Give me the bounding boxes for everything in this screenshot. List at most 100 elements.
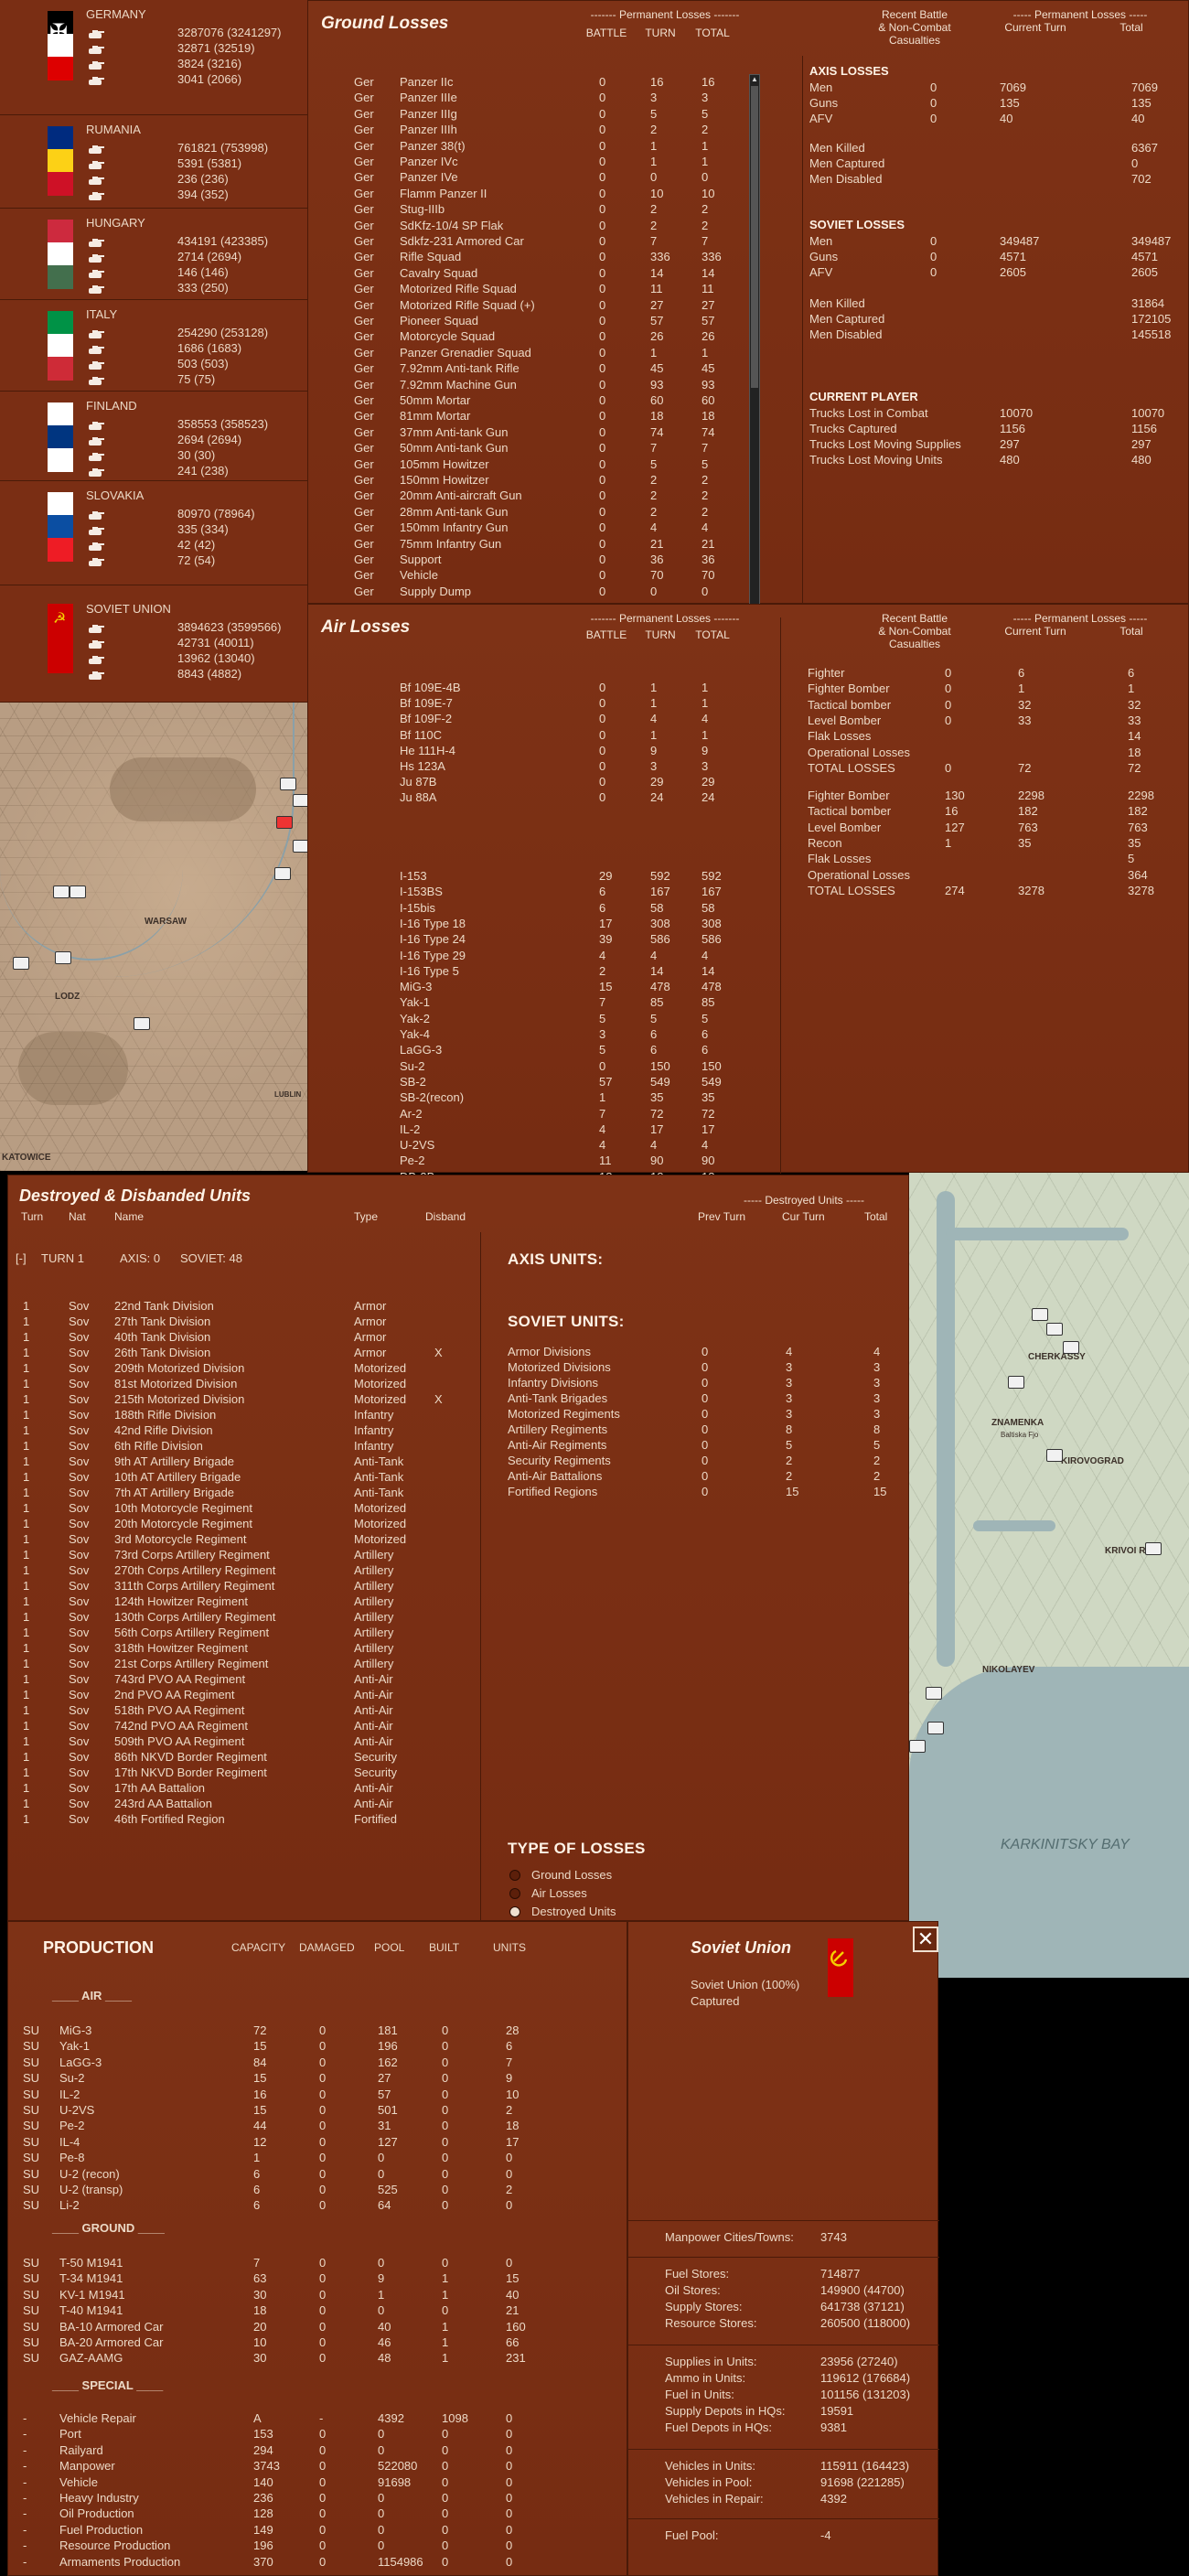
destroyed-unit-row[interactable]: 1 Sov 22nd Tank Division Armor (8, 1298, 475, 1314)
destroyed-unit-row[interactable]: 1 Sov 73rd Corps Artillery Regiment Artille… (8, 1547, 475, 1562)
air-loss-row[interactable]: Bf 110C 0 1 1 (308, 727, 747, 743)
ground-loss-row[interactable]: Ger 50mm Mortar 0 60 60 (308, 392, 738, 408)
ground-loss-row[interactable]: Ger 150mm Infantry Gun 0 4 4 (308, 520, 738, 535)
air-loss-row[interactable]: Bf 109E-7 0 1 1 (308, 695, 747, 711)
production-row[interactable]: - Vehicle Repair A - 4392 1098 0 (8, 2410, 594, 2426)
air-loss-row[interactable]: IL-2 4 17 17 (308, 1122, 747, 1137)
ground-loss-row[interactable]: Ger 105mm Howitzer 0 5 5 (308, 456, 738, 472)
destroyed-unit-row[interactable]: 1 Sov 9th AT Artillery Brigade Anti-Tank (8, 1454, 475, 1469)
destroyed-unit-row[interactable]: 1 Sov 10th Motorcycle Regiment Motorized (8, 1500, 475, 1516)
destroyed-unit-row[interactable]: 1 Sov 742nd PVO AA Regiment Anti-Air (8, 1718, 475, 1733)
nation-row[interactable]: ✠ GERMANY 3287076 (3241297) 32871 (32519) 38… (0, 0, 307, 115)
destroyed-unit-row[interactable]: 1 Sov 26th Tank Division Armor X (8, 1345, 475, 1360)
destroyed-unit-row[interactable]: 1 Sov 81st Motorized Division Motorized (8, 1376, 475, 1391)
air-loss-row[interactable]: Yak-4 3 6 6 (308, 1026, 747, 1042)
air-loss-row[interactable]: I-16 Type 24 39 586 586 (308, 931, 747, 947)
production-row[interactable]: SU BA-10 Armored Car 20 0 40 1 160 (8, 2319, 594, 2334)
production-row[interactable]: SU BA-20 Armored Car 10 0 46 1 66 (8, 2334, 594, 2350)
air-loss-row[interactable]: Yak-2 5 5 5 (308, 1011, 747, 1026)
radio-button[interactable] (509, 1870, 520, 1881)
ground-loss-row[interactable]: Ger Cavalry Squad 0 14 14 (308, 265, 738, 281)
ground-loss-row[interactable]: Ger 37mm Anti-tank Gun 0 74 74 (308, 424, 738, 440)
production-row[interactable]: - Oil Production 128 0 0 0 0 (8, 2506, 594, 2521)
destroyed-unit-row[interactable]: 1 Sov 17th NKVD Border Regiment Security (8, 1765, 475, 1780)
air-loss-row[interactable]: I-15bis 6 58 58 (308, 900, 747, 916)
air-loss-row[interactable]: I-153BS 6 167 167 (308, 884, 747, 899)
production-row[interactable]: - Manpower 3743 0 522080 0 0 (8, 2458, 594, 2474)
unit-counter[interactable] (1032, 1308, 1048, 1321)
air-loss-row[interactable]: Ju 88A 0 24 24 (308, 789, 747, 805)
production-row[interactable]: SU U-2 (recon) 6 0 0 0 0 (8, 2166, 594, 2182)
production-row[interactable]: - Armaments Production 370 0 1154986 0 0 (8, 2554, 594, 2570)
destroyed-unit-row[interactable]: 1 Sov 56th Corps Artillery Regiment Artille… (8, 1625, 475, 1640)
air-loss-row[interactable]: SB-2 57 549 549 (308, 1074, 747, 1089)
ground-loss-row[interactable]: Ger SdKfz-10/4 SP Flak 0 2 2 (308, 218, 738, 233)
map-poland[interactable]: WARSAW LODZ KATOWICE LUBLIN (0, 703, 309, 1171)
destroyed-unit-row[interactable]: 1 Sov 6th Rifle Division Infantry (8, 1438, 475, 1454)
air-loss-row[interactable]: LaGG-3 5 6 6 (308, 1042, 747, 1057)
production-row[interactable]: - Railyard 294 0 0 0 0 (8, 2442, 594, 2458)
destroyed-unit-row[interactable]: 1 Sov 7th AT Artillery Brigade Anti-Tank (8, 1485, 475, 1500)
destroyed-unit-row[interactable]: 1 Sov 42nd Rifle Division Infantry (8, 1422, 475, 1438)
air-loss-row[interactable]: I-16 Type 29 4 4 4 (308, 948, 747, 963)
loss-type-option[interactable]: Air Losses (509, 1885, 692, 1902)
unit-counter[interactable] (909, 1740, 926, 1753)
ground-loss-row[interactable]: Ger Panzer IIc 0 16 16 (308, 74, 738, 90)
ground-list-scrollbar[interactable]: ▲ (749, 74, 760, 605)
ground-loss-row[interactable]: Ger Rifle Squad 0 336 336 (308, 249, 738, 264)
radio-button[interactable] (509, 1906, 520, 1917)
radio-button[interactable] (509, 1888, 520, 1899)
production-row[interactable]: SU Yak-1 15 0 196 0 6 (8, 2038, 594, 2054)
destroyed-unit-row[interactable]: 1 Sov 40th Tank Division Armor (8, 1329, 475, 1345)
unit-counter[interactable] (926, 1687, 942, 1700)
air-loss-row[interactable]: Pe-2 11 90 90 (308, 1153, 747, 1168)
destroyed-unit-row[interactable]: 1 Sov 124th Howitzer Regiment Artillery (8, 1594, 475, 1609)
production-row[interactable]: SU T-40 M1941 18 0 0 0 21 (8, 2302, 594, 2318)
ground-loss-row[interactable]: Ger Panzer IIIh 0 2 2 (308, 122, 738, 137)
ground-loss-row[interactable]: Ger Flamm Panzer II 0 10 10 (308, 186, 738, 201)
destroyed-unit-row[interactable]: 1 Sov 27th Tank Division Armor (8, 1314, 475, 1329)
production-row[interactable]: SU IL-4 12 0 127 0 17 (8, 2134, 594, 2150)
unit-counter[interactable] (53, 886, 70, 898)
ground-loss-row[interactable]: Ger 75mm Infantry Gun 0 21 21 (308, 536, 738, 552)
production-row[interactable]: SU Pe-2 44 0 31 0 18 (8, 2118, 594, 2133)
unit-counter[interactable] (13, 957, 29, 970)
destroyed-unit-row[interactable]: 1 Sov 270th Corps Artillery Regiment Artill… (8, 1562, 475, 1578)
destroyed-unit-row[interactable]: 1 Sov 518th PVO AA Regiment Anti-Air (8, 1702, 475, 1718)
production-row[interactable]: - Heavy Industry 236 0 0 0 0 (8, 2490, 594, 2506)
map-ukraine[interactable]: CHERKASSY ZNAMENKA KIROVOGRAD KRIVOI ROG… (909, 1173, 1189, 1978)
unit-counter[interactable] (134, 1017, 150, 1030)
destroyed-unit-row[interactable]: 1 Sov 188th Rifle Division Infantry (8, 1407, 475, 1422)
collapse-toggle[interactable]: [-] (16, 1250, 27, 1266)
air-loss-row[interactable]: I-16 Type 5 2 14 14 (308, 963, 747, 979)
destroyed-unit-row[interactable]: 1 Sov 243rd AA Battalion Anti-Air (8, 1796, 475, 1811)
unit-counter[interactable] (280, 778, 296, 790)
destroyed-unit-row[interactable]: 1 Sov 311th Corps Artillery Regiment Artill… (8, 1578, 475, 1594)
ground-loss-row[interactable]: Ger Panzer IVe 0 0 0 (308, 169, 738, 185)
ground-loss-row[interactable]: Ger Panzer Grenadier Squad 0 1 1 (308, 345, 738, 360)
scroll-thumb[interactable] (751, 86, 758, 388)
nation-row[interactable]: ☭ SOVIET UNION 3894623 (3599566) 42731 (400… (0, 585, 307, 703)
nation-row[interactable]: SLOVAKIA 80970 (78964) 335 (334) 42 (42) 72 … (0, 481, 307, 585)
air-loss-row[interactable]: Su-2 0 150 150 (308, 1058, 747, 1074)
production-row[interactable]: - Fuel Production 149 0 0 0 0 (8, 2522, 594, 2538)
ground-loss-row[interactable]: Ger 50mm Anti-tank Gun 0 7 7 (308, 440, 738, 456)
ground-loss-row[interactable]: Ger Motorized Rifle Squad (+) 0 27 27 (308, 297, 738, 313)
production-row[interactable]: SU Su-2 15 0 27 0 9 (8, 2070, 594, 2086)
ground-loss-row[interactable]: Ger Panzer 38(t) 0 1 1 (308, 138, 738, 154)
production-row[interactable]: SU Li-2 6 0 64 0 0 (8, 2197, 594, 2213)
ground-loss-row[interactable]: Ger 7.92mm Anti-tank Rifle 0 45 45 (308, 360, 738, 376)
ground-loss-row[interactable]: Ger 150mm Howitzer 0 2 2 (308, 472, 738, 488)
unit-counter[interactable] (274, 867, 291, 880)
ground-loss-row[interactable]: Ger Supply Dump 0 0 0 (308, 584, 738, 599)
air-loss-row[interactable]: I-153 29 592 592 (308, 868, 747, 884)
unit-counter[interactable] (55, 951, 71, 964)
air-loss-row[interactable]: Yak-1 7 85 85 (308, 994, 747, 1010)
unit-counter[interactable] (1008, 1376, 1024, 1389)
nation-row[interactable]: RUMANIA 761821 (753998) 5391 (5381) 236 (23… (0, 115, 307, 209)
ground-loss-row[interactable]: Ger Motorized Rifle Squad 0 11 11 (308, 281, 738, 296)
ground-loss-row[interactable]: Ger 7.92mm Machine Gun 0 93 93 (308, 377, 738, 392)
ground-loss-row[interactable]: Ger Stug-IIIb 0 2 2 (308, 201, 738, 217)
nation-row[interactable]: ITALY 254290 (253128) 1686 (1683) 503 (503)… (0, 300, 307, 392)
destroyed-unit-row[interactable]: 1 Sov 2nd PVO AA Regiment Anti-Air (8, 1687, 475, 1702)
